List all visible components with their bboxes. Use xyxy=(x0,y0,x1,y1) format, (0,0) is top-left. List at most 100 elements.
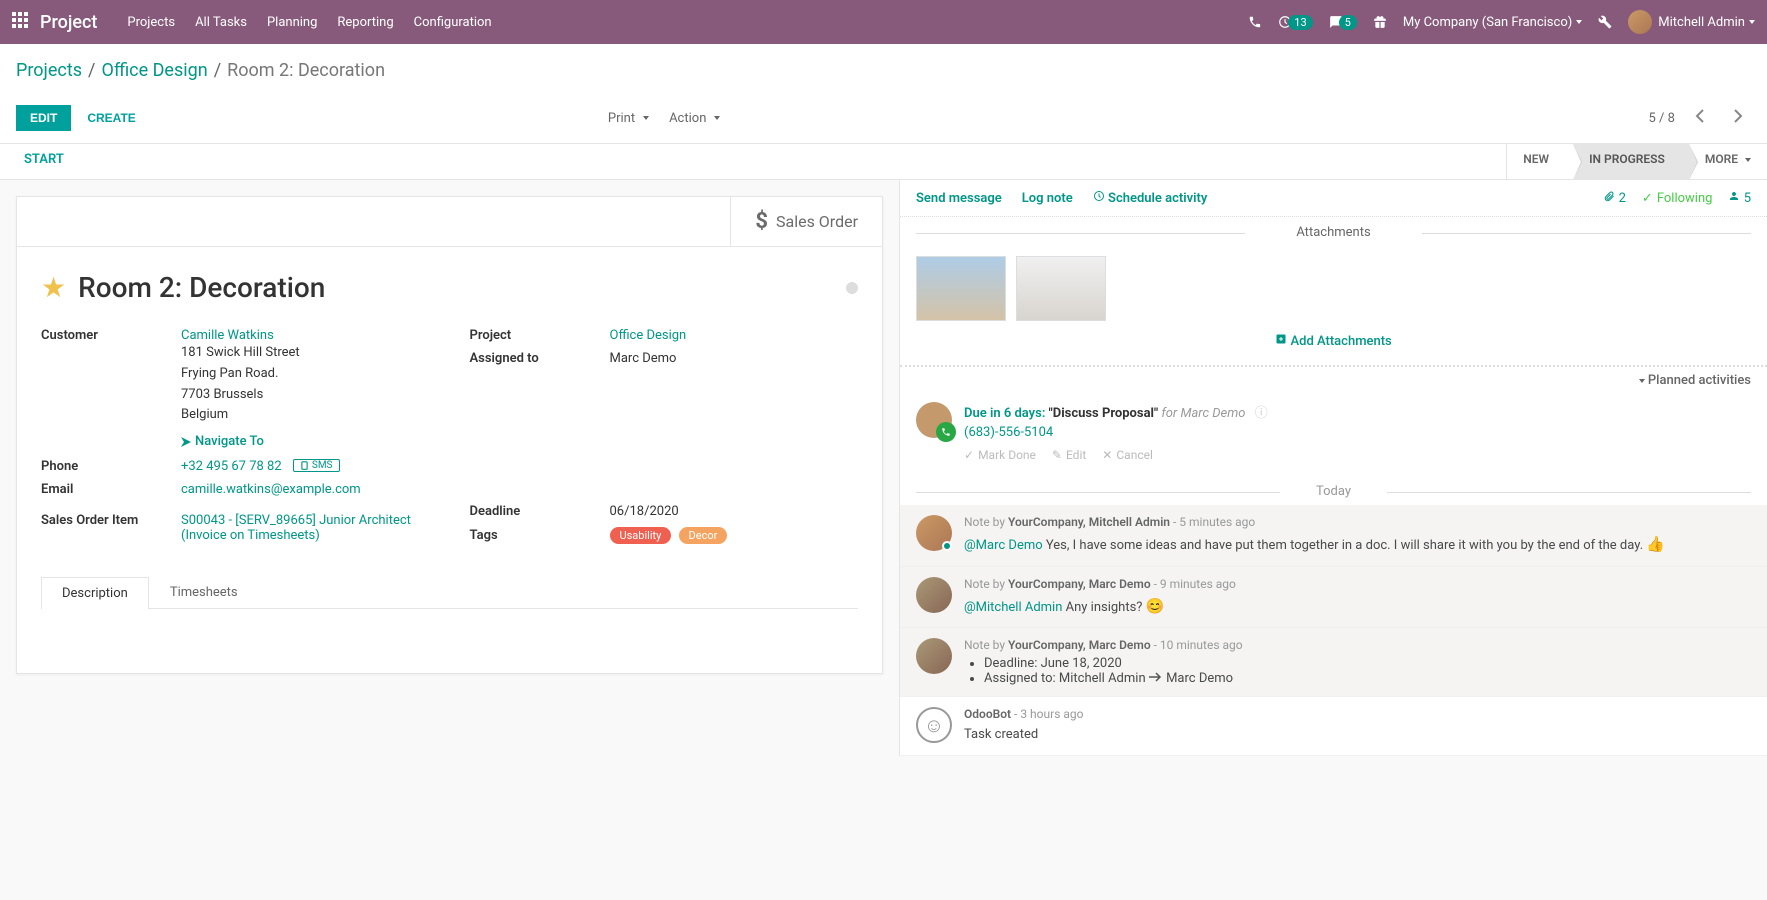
label-tags: Tags xyxy=(470,528,610,543)
planned-activities-header[interactable]: Planned activities xyxy=(900,367,1767,394)
message-time: - 5 minutes ago xyxy=(1173,515,1255,529)
edit-button[interactable]: EDIT xyxy=(16,105,71,131)
message-item: ☺ OdooBot - 3 hours ago Task created xyxy=(900,697,1767,756)
phone-badge-icon xyxy=(936,422,956,442)
activity-title: "Discuss Proposal" xyxy=(1049,406,1159,421)
stage-in-progress[interactable]: IN PROGRESS xyxy=(1573,144,1689,179)
info-icon[interactable]: ⓘ xyxy=(1255,406,1268,421)
attachment-count[interactable]: 2 xyxy=(1603,190,1626,206)
label-assigned: Assigned to xyxy=(470,351,610,366)
assigned-value: Marc Demo xyxy=(610,351,677,366)
company-switcher[interactable]: My Company (San Francisco) xyxy=(1403,15,1582,30)
message-author[interactable]: YourCompany, Marc Demo xyxy=(1008,577,1151,591)
follower-count[interactable]: 5 xyxy=(1728,190,1751,206)
activity-phone[interactable]: (683)-556-5104 xyxy=(964,425,1268,440)
debug-icon[interactable] xyxy=(1598,15,1612,29)
activity-avatar xyxy=(916,402,952,438)
nav-links: Projects All Tasks Planning Reporting Co… xyxy=(127,15,491,30)
gift-icon[interactable] xyxy=(1373,15,1387,29)
app-brand[interactable]: Project xyxy=(40,12,97,33)
activity-due: Due in 6 days: xyxy=(964,406,1045,421)
breadcrumb-project[interactable]: Office Design xyxy=(101,60,207,81)
nav-reporting[interactable]: Reporting xyxy=(337,15,393,30)
form-sheet: $ Sales Order ★ Room 2: Decoration Custo… xyxy=(16,196,883,674)
action-dropdown[interactable]: Action xyxy=(669,111,720,126)
add-attachments-button[interactable]: Add Attachments xyxy=(916,333,1751,349)
deadline-value: 06/18/2020 xyxy=(610,504,679,519)
pager-prev[interactable] xyxy=(1687,105,1713,131)
label-deadline: Deadline xyxy=(470,504,610,519)
activities-icon[interactable]: 13 xyxy=(1278,15,1312,30)
attachments-header: Attachments xyxy=(900,217,1767,248)
breadcrumb-root[interactable]: Projects xyxy=(16,60,82,81)
following-button[interactable]: ✓ Following xyxy=(1642,191,1713,206)
label-customer: Customer xyxy=(41,328,181,343)
label-so: Sales Order Item xyxy=(41,513,181,528)
thumbs-up-emoji: 👍 xyxy=(1646,535,1665,553)
print-dropdown[interactable]: Print xyxy=(608,111,649,126)
chatter: Send message Log note Schedule activity … xyxy=(899,180,1767,756)
message-item: Note by YourCompany, Marc Demo - 9 minut… xyxy=(900,567,1767,629)
nav-configuration[interactable]: Configuration xyxy=(414,15,492,30)
notebook-tabs: Description Timesheets xyxy=(41,576,858,609)
project-link[interactable]: Office Design xyxy=(610,328,687,343)
bot-avatar: ☺ xyxy=(916,707,952,743)
nav-projects[interactable]: Projects xyxy=(127,15,175,30)
breadcrumb: Projects / Office Design / Room 2: Decor… xyxy=(0,44,1767,97)
email-link[interactable]: camille.watkins@example.com xyxy=(181,482,361,497)
smile-emoji: 😊 xyxy=(1146,597,1165,615)
cancel-activity-button[interactable]: ✕ Cancel xyxy=(1102,448,1153,462)
mark-done-button[interactable]: ✓ Mark Done xyxy=(964,448,1036,462)
attachment-thumb[interactable] xyxy=(1016,256,1106,321)
message-author[interactable]: YourCompany, Marc Demo xyxy=(1008,638,1151,652)
edit-activity-button[interactable]: ✎ Edit xyxy=(1052,448,1086,462)
create-button[interactable]: CREATE xyxy=(79,105,143,131)
sms-button[interactable]: SMS xyxy=(293,459,340,472)
message-author[interactable]: OdooBot xyxy=(964,707,1011,721)
message-time: - 9 minutes ago xyxy=(1154,577,1236,591)
addr-line-2: Frying Pan Road. xyxy=(181,364,300,385)
phone-link[interactable]: +32 495 67 78 82 xyxy=(181,459,282,474)
addr-line-3: 7703 Brussels xyxy=(181,385,300,406)
apps-icon[interactable] xyxy=(12,12,28,32)
tab-timesheets[interactable]: Timesheets xyxy=(149,576,259,608)
message-avatar xyxy=(916,515,952,551)
pager-text[interactable]: 5 / 8 xyxy=(1649,111,1675,126)
label-email: Email xyxy=(41,482,181,497)
label-project: Project xyxy=(470,328,610,343)
message-item: Note by YourCompany, Marc Demo - 10 minu… xyxy=(900,628,1767,697)
so-link[interactable]: S00043 - [SERV_89665] Junior Architect (… xyxy=(181,513,411,543)
tag-decor[interactable]: Decor xyxy=(679,527,728,544)
phone-icon[interactable] xyxy=(1248,15,1262,29)
sales-order-button[interactable]: $ Sales Order xyxy=(730,197,882,246)
tracking-line: Deadline: June 18, 2020 xyxy=(984,656,1751,671)
tab-description[interactable]: Description xyxy=(41,577,149,609)
stage-indicator: NEW IN PROGRESS MORE xyxy=(1506,144,1767,179)
send-message-button[interactable]: Send message xyxy=(916,191,1002,206)
start-button[interactable]: START xyxy=(0,144,88,179)
attachment-thumb[interactable] xyxy=(916,256,1006,321)
task-title: Room 2: Decoration xyxy=(78,271,325,304)
main-navbar: Project Projects All Tasks Planning Repo… xyxy=(0,0,1767,44)
nav-planning[interactable]: Planning xyxy=(267,15,317,30)
user-menu[interactable]: Mitchell Admin xyxy=(1628,10,1755,34)
stage-new[interactable]: NEW xyxy=(1507,144,1573,179)
star-icon[interactable]: ★ xyxy=(41,271,66,304)
nav-all-tasks[interactable]: All Tasks xyxy=(195,15,247,30)
addr-line-4: Belgium xyxy=(181,405,300,426)
dollar-icon: $ xyxy=(755,209,768,234)
messaging-icon[interactable]: 5 xyxy=(1329,15,1357,30)
mention[interactable]: @Mitchell Admin xyxy=(964,600,1062,615)
schedule-activity-button[interactable]: Schedule activity xyxy=(1093,190,1208,206)
mention[interactable]: @Marc Demo xyxy=(964,538,1043,553)
message-item: Note by YourCompany, Mitchell Admin - 5 … xyxy=(900,505,1767,567)
stage-more[interactable]: MORE xyxy=(1689,144,1767,179)
planned-activity: Due in 6 days: "Discuss Proposal" for Ma… xyxy=(900,394,1767,478)
tag-usability[interactable]: Usability xyxy=(610,527,672,544)
message-author[interactable]: YourCompany, Mitchell Admin xyxy=(1008,515,1170,529)
navigate-to-link[interactable]: Navigate To xyxy=(181,434,264,449)
customer-link[interactable]: Camille Watkins xyxy=(181,328,274,343)
kanban-state[interactable] xyxy=(846,282,858,294)
pager-next[interactable] xyxy=(1725,105,1751,131)
log-note-button[interactable]: Log note xyxy=(1022,191,1073,206)
